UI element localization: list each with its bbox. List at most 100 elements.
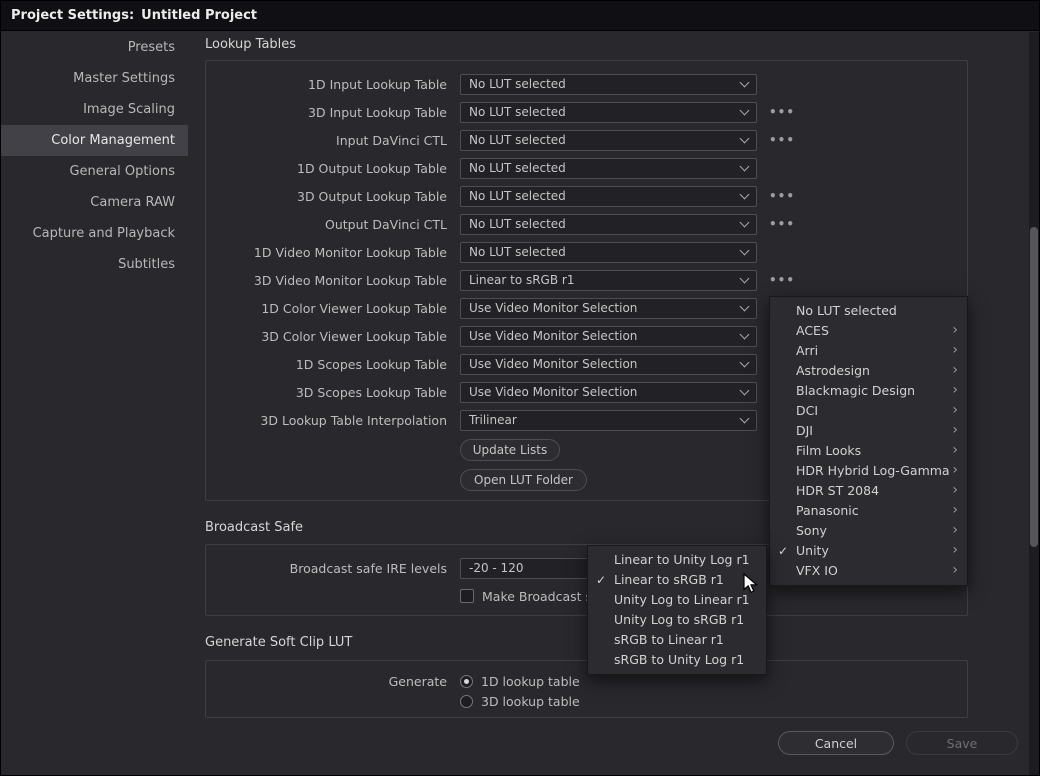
menu-item-arri[interactable]: ✓ Arri ›: [770, 341, 967, 361]
more-options-icon[interactable]: •••: [769, 273, 795, 287]
dropdown-value: No LUT selected: [469, 161, 741, 175]
dropdown-3d-input-lookup-table[interactable]: No LUT selected: [460, 102, 757, 123]
generate-label: Generate: [206, 674, 447, 689]
radio-3d-lookup-table-label: 3D lookup table: [481, 694, 580, 709]
lut-row-label: 1D Scopes Lookup Table: [206, 357, 447, 372]
chevron-down-icon: [740, 133, 750, 143]
sidebar-item-image-scaling[interactable]: Image Scaling: [1, 94, 188, 125]
dropdown-3d-scopes-lookup-table[interactable]: Use Video Monitor Selection: [460, 382, 757, 403]
dropdown-value: No LUT selected: [469, 133, 741, 147]
menu-item-label: ACES: [796, 323, 829, 338]
lut-row: 1D Video Monitor Lookup Table No LUT sel…: [206, 238, 967, 266]
make-broadcast-safe-checkbox[interactable]: [460, 589, 474, 603]
window-title: Project Settings:: [11, 8, 134, 23]
sidebar-item-master-settings[interactable]: Master Settings: [1, 63, 188, 94]
menu-item-film-looks[interactable]: ✓ Film Looks ›: [770, 441, 967, 461]
vertical-scrollbar[interactable]: [1029, 32, 1039, 775]
more-options-icon[interactable]: •••: [769, 217, 795, 231]
submenu-arrow-icon: ›: [952, 340, 958, 360]
dropdown-3d-output-lookup-table[interactable]: No LUT selected: [460, 186, 757, 207]
dropdown-1d-output-lookup-table[interactable]: No LUT selected: [460, 158, 757, 179]
radio-3d-lookup-table[interactable]: [460, 695, 473, 708]
chevron-down-icon: [740, 357, 750, 367]
menu-item-astrodesign[interactable]: ✓ Astrodesign ›: [770, 361, 967, 381]
dropdown-3d-video-monitor-lookup-table[interactable]: Linear to sRGB r1: [460, 270, 757, 291]
dropdown-1d-color-viewer-lookup-table[interactable]: Use Video Monitor Selection: [460, 298, 757, 319]
dropdown-value: No LUT selected: [469, 77, 741, 91]
menu-item-label: Sony: [796, 523, 827, 538]
menu-item-blackmagic-design[interactable]: ✓ Blackmagic Design ›: [770, 381, 967, 401]
lut-row: Input DaVinci CTL No LUT selected •••: [206, 126, 967, 154]
menu-item-hdr-st-2084[interactable]: ✓ HDR ST 2084 ›: [770, 481, 967, 501]
menu-item-label: Arri: [796, 343, 818, 358]
dropdown-input-davinci-ctl[interactable]: No LUT selected: [460, 130, 757, 151]
chevron-down-icon: [740, 245, 750, 255]
sidebar-item-subtitles[interactable]: Subtitles: [1, 249, 188, 280]
broadcast-safe-section-title: Broadcast Safe: [205, 520, 303, 535]
dropdown-3d-color-viewer-lookup-table[interactable]: Use Video Monitor Selection: [460, 326, 757, 347]
menu-item-aces[interactable]: ✓ ACES ›: [770, 321, 967, 341]
menu-item-vfx-io[interactable]: ✓ VFX IO ›: [770, 561, 967, 581]
more-options-icon[interactable]: •••: [769, 133, 795, 147]
menu-item-dji[interactable]: ✓ DJI ›: [770, 421, 967, 441]
submenu-arrow-icon: ›: [952, 540, 958, 560]
submenu-item-linear-to-unity-log-r1[interactable]: ✓ Linear to Unity Log r1: [588, 550, 766, 570]
submenu-item-srgb-to-unity-log-r1[interactable]: ✓ sRGB to Unity Log r1: [588, 650, 766, 670]
chevron-down-icon: [740, 77, 750, 87]
submenu-arrow-icon: ›: [952, 420, 958, 440]
submenu-item-unity-log-to-linear-r1[interactable]: ✓ Unity Log to Linear r1: [588, 590, 766, 610]
scrollbar-thumb[interactable]: [1030, 227, 1038, 547]
window-title-project: Untitled Project: [141, 8, 257, 23]
submenu-item-unity-log-to-srgb-r1[interactable]: ✓ Unity Log to sRGB r1: [588, 610, 766, 630]
sidebar-item-general-options[interactable]: General Options: [1, 156, 188, 187]
sidebar-item-presets[interactable]: Presets: [1, 32, 188, 63]
lut-row-label: 3D Output Lookup Table: [206, 189, 447, 204]
dropdown-output-davinci-ctl[interactable]: No LUT selected: [460, 214, 757, 235]
lut-row: 3D Input Lookup Table No LUT selected ••…: [206, 98, 967, 126]
lookup-tables-section-title: Lookup Tables: [205, 37, 296, 52]
lut-row-label: 1D Color Viewer Lookup Table: [206, 301, 447, 316]
submenu-arrow-icon: ›: [952, 380, 958, 400]
radio-1d-lookup-table[interactable]: [460, 675, 473, 688]
menu-item-sony[interactable]: ✓ Sony ›: [770, 521, 967, 541]
dropdown-1d-input-lookup-table[interactable]: No LUT selected: [460, 74, 757, 95]
menu-item-label: Blackmagic Design: [796, 383, 915, 398]
chevron-down-icon: [740, 105, 750, 115]
dropdown-value: Linear to sRGB r1: [469, 273, 741, 287]
submenu-arrow-icon: ›: [952, 500, 958, 520]
chevron-down-icon: [740, 217, 750, 227]
sidebar: Presets Master Settings Image Scaling Co…: [1, 32, 188, 775]
menu-item-label: HDR Hybrid Log-Gamma: [796, 463, 950, 478]
more-options-icon[interactable]: •••: [769, 105, 795, 119]
submenu-arrow-icon: ›: [952, 400, 958, 420]
menu-item-label: Linear to Unity Log r1: [614, 552, 750, 567]
menu-item-label: sRGB to Unity Log r1: [614, 652, 744, 667]
sidebar-item-camera-raw[interactable]: Camera RAW: [1, 187, 188, 218]
submenu-item-srgb-to-linear-r1[interactable]: ✓ sRGB to Linear r1: [588, 630, 766, 650]
menu-item-dci[interactable]: ✓ DCI ›: [770, 401, 967, 421]
open-lut-folder-button[interactable]: Open LUT Folder: [460, 469, 587, 491]
menu-item-no-lut-selected[interactable]: ✓ No LUT selected ›: [770, 301, 967, 321]
lut-row: 1D Input Lookup Table No LUT selected ••…: [206, 70, 967, 98]
submenu-item-linear-to-srgb-r1[interactable]: ✓ Linear to sRGB r1: [588, 570, 766, 590]
lut-row-label: 3D Color Viewer Lookup Table: [206, 329, 447, 344]
dropdown-3d-lookup-table-interpolation[interactable]: Trilinear: [460, 410, 757, 431]
radio-1d-lookup-table-label: 1D lookup table: [481, 674, 580, 689]
dropdown-1d-scopes-lookup-table[interactable]: Use Video Monitor Selection: [460, 354, 757, 375]
checkmark-icon: ✓: [778, 541, 788, 561]
menu-item-label: Linear to sRGB r1: [614, 572, 724, 587]
generate-row: 3D lookup table: [206, 691, 967, 711]
lut-row: 3D Video Monitor Lookup Table Linear to …: [206, 266, 967, 294]
save-button[interactable]: Save: [906, 731, 1018, 755]
menu-item-hdr-hybrid-log-gamma[interactable]: ✓ HDR Hybrid Log-Gamma ›: [770, 461, 967, 481]
sidebar-item-color-management[interactable]: Color Management: [1, 125, 188, 156]
more-options-icon[interactable]: •••: [769, 189, 795, 203]
soft-clip-section-title: Generate Soft Clip LUT: [205, 635, 352, 650]
cancel-button[interactable]: Cancel: [778, 731, 894, 755]
menu-item-unity[interactable]: ✓ Unity ›: [770, 541, 967, 561]
sidebar-item-capture-and-playback[interactable]: Capture and Playback: [1, 218, 188, 249]
update-lists-button[interactable]: Update Lists: [460, 439, 560, 461]
menu-item-panasonic[interactable]: ✓ Panasonic ›: [770, 501, 967, 521]
menu-item-label: DCI: [796, 403, 818, 418]
dropdown-1d-video-monitor-lookup-table[interactable]: No LUT selected: [460, 242, 757, 263]
